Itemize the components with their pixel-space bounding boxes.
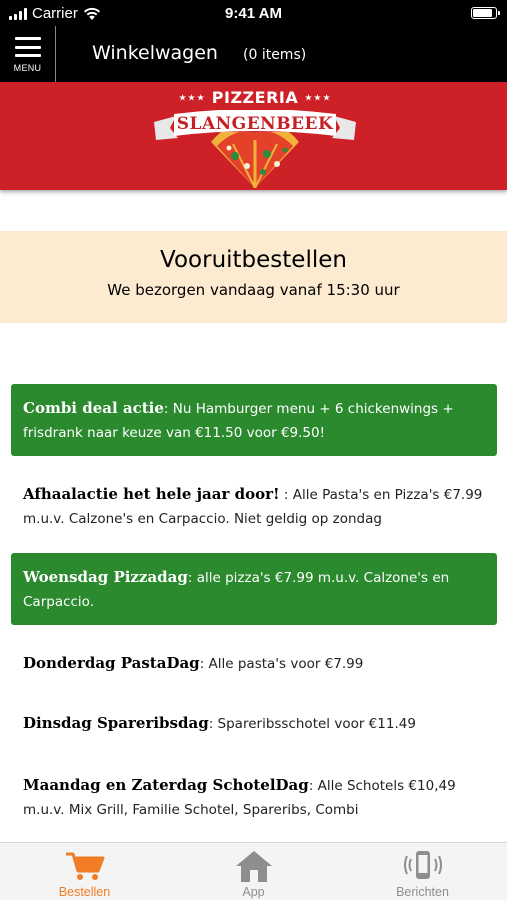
deal-combi[interactable]: Combi deal actie: Nu Hamburger menu + 6 …: [11, 384, 497, 456]
deal-woensdag[interactable]: Woensdag Pizzadag: alle pizza's €7.99 m.…: [11, 553, 497, 625]
header-banner: ★★★ PIZZERIA ★★★ SLANGENBEEK: [0, 82, 507, 190]
cart-item-count: (0 items): [243, 47, 307, 63]
deal-text: Dinsdag Spareribsdag: Spareribsschotel v…: [23, 711, 485, 736]
deal-text: Combi deal actie: Nu Hamburger menu + 6 …: [23, 396, 485, 445]
tab-bar: Bestellen App Berichten: [0, 842, 507, 900]
pizzeria-logo: ★★★ PIZZERIA ★★★ SLANGENBEEK: [150, 88, 360, 188]
navbar: MENU Winkelwagen (0 items): [0, 26, 507, 82]
deal-afhaal[interactable]: Afhaalactie het hele jaar door! : Alle P…: [11, 482, 497, 531]
preorder-info: Vooruitbestellen We bezorgen vandaag van…: [0, 231, 507, 323]
deal-dinsdag[interactable]: Dinsdag Spareribsdag: Spareribsschotel v…: [11, 711, 497, 736]
deal-title: Woensdag Pizzadag: [23, 567, 188, 586]
tab-label: Berichten: [396, 885, 449, 899]
page-title: Winkelwagen: [92, 42, 218, 64]
deal-donderdag[interactable]: Donderdag PastaDag: Alle pasta's voor €7…: [11, 651, 497, 676]
logo-name: SLANGENBEEK: [176, 114, 334, 134]
menu-label: MENU: [13, 63, 42, 73]
logo-top-text: ★★★ PIZZERIA ★★★: [178, 88, 332, 107]
deal-title: Dinsdag Spareribsdag: [23, 714, 209, 732]
deal-title: Maandag en Zaterdag SchotelDag: [23, 776, 309, 794]
tab-berichten[interactable]: Berichten: [338, 843, 507, 900]
status-bar: Carrier 9:41 AM: [0, 0, 507, 26]
deal-title: Combi deal actie: [23, 398, 164, 417]
battery-icon: [471, 7, 500, 19]
tab-bestellen[interactable]: Bestellen: [0, 843, 169, 900]
hamburger-icon: [14, 37, 41, 57]
deal-text: Afhaalactie het hele jaar door! : Alle P…: [23, 482, 485, 531]
tab-label: App: [242, 885, 265, 899]
deal-title: Afhaalactie het hele jaar door!: [23, 485, 280, 503]
deal-title: Donderdag PastaDag: [23, 654, 200, 672]
deal-description: : Alle pasta's voor €7.99: [199, 656, 364, 672]
status-time: 9:41 AM: [225, 5, 282, 22]
delivery-time-text: We bezorgen vandaag vanaf 15:30 uur: [107, 281, 400, 299]
preorder-title: Vooruitbestellen: [160, 247, 347, 273]
deal-text: Donderdag PastaDag: Alle pasta's voor €7…: [23, 651, 485, 676]
deal-description: : Spareribsschotel voor €11.49: [208, 716, 416, 732]
pizza-icon: [211, 132, 299, 188]
deal-text: Woensdag Pizzadag: alle pizza's €7.99 m.…: [23, 565, 485, 614]
cart-icon: [65, 852, 104, 880]
tab-app[interactable]: App: [169, 843, 338, 900]
home-icon: [235, 851, 272, 882]
tab-label: Bestellen: [58, 885, 111, 899]
deal-maandag-zaterdag[interactable]: Maandag en Zaterdag SchotelDag: Alle Sch…: [11, 773, 497, 822]
deal-text: Maandag en Zaterdag SchotelDag: Alle Sch…: [23, 773, 485, 822]
phone-vibrate-icon: [403, 851, 442, 879]
menu-button[interactable]: MENU: [0, 26, 56, 82]
